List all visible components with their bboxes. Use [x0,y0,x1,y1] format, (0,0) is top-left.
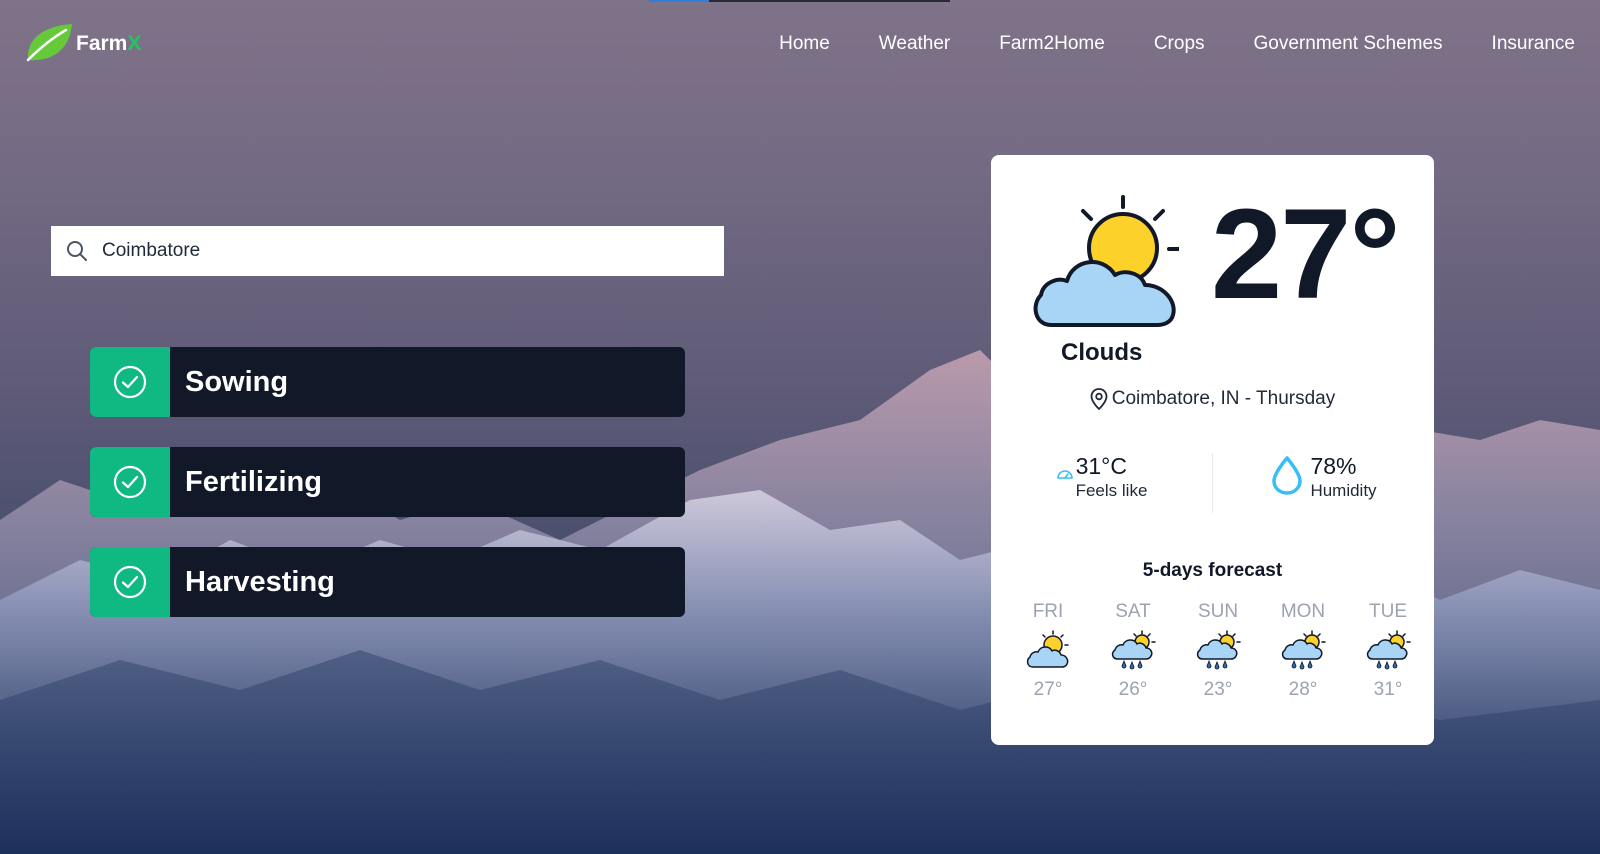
weather-condition: Clouds [1061,339,1143,366]
partly-cloudy-icon [1033,195,1179,327]
page: FarmX Home Weather Farm2Home Crops Gover… [0,0,1600,854]
forecast-row: FRI 27° SAT 26° SUN 23° MON 28° TUE 31° [1013,601,1423,701]
location-text: Coimbatore, IN - Thursday [1111,388,1336,409]
nav-home[interactable]: Home [779,33,830,55]
check-circle-icon [113,365,147,399]
step-harvesting[interactable]: Harvesting [90,547,685,617]
humidity-label: Humidity [1310,480,1377,500]
nav-farm2home[interactable]: Farm2Home [999,33,1105,55]
logo[interactable]: FarmX [24,22,141,64]
search-icon [67,241,87,261]
top-loading-bar-fill [649,0,710,2]
forecast-title: 5-days forecast [1142,560,1283,581]
map-pin-icon [1090,388,1108,410]
forecast-day: SUN 23° [1183,601,1253,701]
step-check-box [90,347,170,417]
step-check-box [90,447,170,517]
current-temperature: 27° [1211,183,1401,326]
main-nav: Home Weather Farm2Home Crops Government … [779,33,1575,55]
nav-insurance[interactable]: Insurance [1492,33,1575,55]
step-sowing[interactable]: Sowing [90,347,685,417]
step-label: Fertilizing [185,465,322,498]
forecast-day: FRI 27° [1013,601,1083,701]
rain-sun-icon [1366,630,1411,670]
forecast-temp: 26° [1118,679,1148,700]
weather-stats: 31°C Feels like 78% Humidity [991,453,1434,513]
leaf-icon [26,24,72,62]
rain-sun-icon [1196,630,1241,670]
forecast-day: SAT 26° [1098,601,1168,701]
forecast-temp: 27° [1033,679,1063,700]
forecast-day-name: SUN [1197,601,1239,622]
forecast-temp: 28° [1288,679,1318,700]
search-input[interactable] [100,239,704,263]
logo-text: FarmX [76,32,141,56]
farming-steps: Sowing Fertilizing Harvesting [90,347,685,647]
forecast-day-name: TUE [1369,601,1407,622]
location: Coimbatore, IN - Thursday [991,388,1434,410]
droplet-icon [1272,456,1303,495]
nav-government-schemes[interactable]: Government Schemes [1254,33,1443,55]
step-label: Sowing [185,365,289,398]
check-circle-icon [113,465,147,499]
forecast-day-name: FRI [1032,601,1064,622]
humidity-value: 78% [1310,453,1357,479]
search-bar[interactable] [51,226,724,276]
forecast-temp: 23° [1203,679,1233,700]
step-label: Harvesting [185,565,335,598]
nav-weather[interactable]: Weather [879,33,950,55]
forecast-temp: 31° [1373,679,1403,700]
humidity-stat: 78% Humidity [1213,453,1434,513]
step-check-box [90,547,170,617]
weather-card: 27° Clouds Coimbatore, IN - Thursday 31°… [991,155,1434,745]
rain-sun-icon [1281,630,1326,670]
feels-like-label: Feels like [1075,480,1148,500]
logo-text-main: Farm [76,32,128,55]
top-loading-bar [649,0,950,2]
partly-cloudy-icon [1026,630,1069,668]
forecast-day: MON 28° [1268,601,1338,701]
nav-crops[interactable]: Crops [1154,33,1205,55]
logo-text-accent: X [127,32,142,55]
step-fertilizing[interactable]: Fertilizing [90,447,685,517]
forecast-day-name: MON [1280,601,1326,622]
forecast-day-name: SAT [1115,601,1151,622]
check-circle-icon [113,565,147,599]
gauge-icon [1056,470,1073,479]
feels-like-value: 31°C [1075,453,1127,479]
forecast-day: TUE 31° [1353,601,1423,701]
feels-like-stat: 31°C Feels like [991,453,1212,513]
rain-sun-icon [1111,630,1156,670]
